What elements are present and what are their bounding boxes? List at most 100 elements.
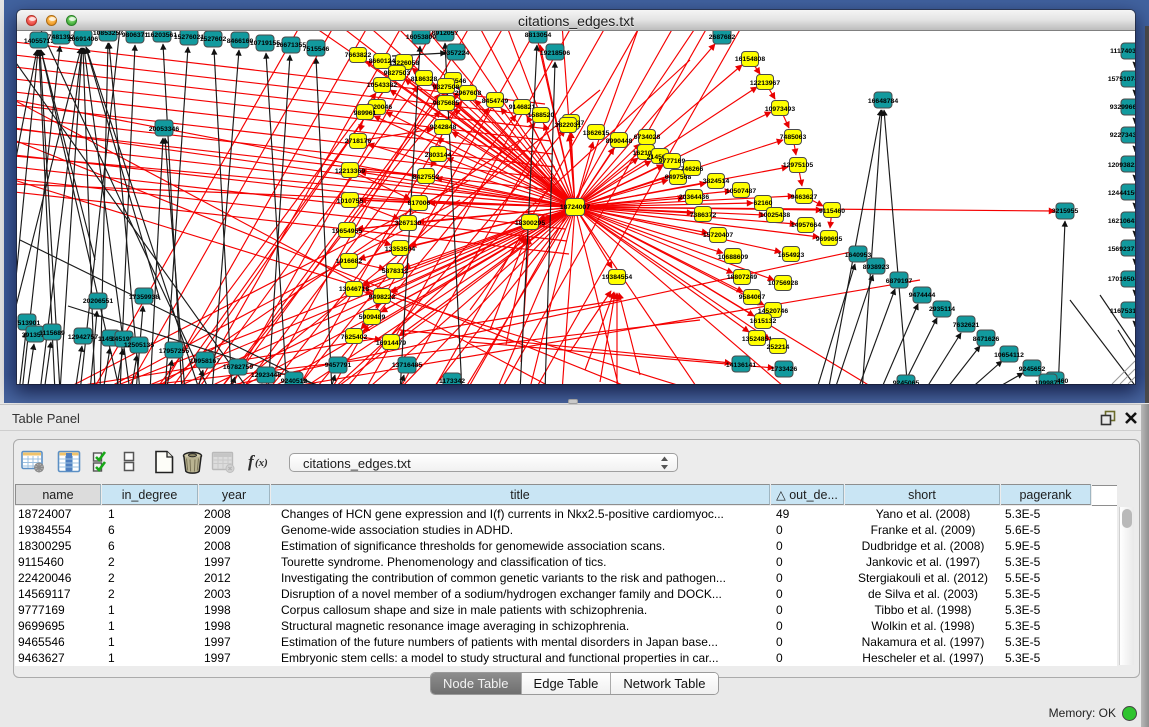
svg-text:5878312: 5878312 (382, 268, 409, 275)
svg-text:16782759: 16782759 (223, 364, 253, 371)
svg-text:12213369: 12213369 (335, 168, 365, 175)
svg-text:5909489: 5909489 (359, 314, 386, 321)
svg-text:9474444: 9474444 (909, 292, 936, 299)
svg-text:1527602: 1527602 (200, 36, 227, 43)
svg-text:10507487: 10507487 (726, 188, 756, 195)
svg-text:1640953: 1640953 (845, 252, 872, 259)
svg-text:16648784: 16648784 (868, 98, 898, 105)
svg-text:3824514: 3824514 (703, 178, 730, 185)
svg-text:10654112: 10654112 (994, 352, 1024, 359)
svg-text:3215955: 3215955 (1052, 208, 1079, 215)
svg-text:989961: 989961 (354, 110, 377, 117)
svg-text:17016504: 17016504 (1108, 276, 1135, 283)
svg-text:9245065: 9245065 (893, 380, 920, 384)
svg-text:8471626: 8471626 (973, 336, 1000, 343)
svg-text:1167531: 1167531 (1110, 308, 1135, 315)
svg-text:1916682: 1916682 (336, 258, 363, 265)
svg-text:1362615: 1362615 (583, 130, 610, 137)
svg-text:9463627: 9463627 (791, 194, 818, 201)
svg-text:12093822: 12093822 (1108, 162, 1135, 169)
svg-text:3267130: 3267130 (395, 220, 422, 227)
svg-text:15751074: 15751074 (1108, 76, 1135, 83)
svg-text:1115689: 1115689 (39, 330, 65, 337)
svg-text:8912057: 8912057 (432, 31, 459, 37)
svg-text:19218506: 19218506 (540, 50, 570, 57)
svg-text:20053346: 20053346 (149, 126, 179, 133)
svg-text:12923448: 12923448 (251, 372, 281, 379)
svg-text:9875685: 9875685 (433, 100, 460, 107)
svg-text:7357224: 7357224 (443, 50, 470, 57)
svg-text:16671355: 16671355 (276, 42, 306, 49)
svg-text:62160: 62160 (754, 200, 773, 207)
svg-text:13046718: 13046718 (339, 286, 369, 293)
svg-text:1117403: 1117403 (1110, 48, 1135, 55)
svg-text:7663822: 7663822 (345, 52, 372, 59)
svg-text:9240512: 9240512 (281, 378, 308, 384)
svg-text:12942757: 12942757 (68, 334, 98, 341)
svg-text:7515546: 7515546 (303, 46, 330, 53)
svg-text:18807249: 18807249 (727, 274, 757, 281)
svg-text:8813054: 8813054 (525, 32, 552, 39)
svg-text:8990448: 8990448 (606, 138, 633, 145)
svg-text:9699695: 9699695 (816, 236, 843, 243)
svg-text:9227343: 9227343 (1110, 132, 1135, 139)
svg-text:7625402: 7625402 (341, 334, 368, 341)
svg-text:9457791: 9457791 (325, 362, 352, 369)
svg-text:7632621: 7632621 (953, 322, 980, 329)
svg-text:8454749: 8454749 (482, 98, 509, 105)
svg-text:15720407: 15720407 (703, 232, 733, 239)
svg-text:10025438: 10025438 (760, 212, 790, 219)
svg-text:252214: 252214 (767, 344, 790, 351)
svg-text:13353594: 13353594 (385, 246, 415, 253)
svg-text:2687682: 2687682 (709, 34, 736, 41)
svg-text:10543382: 10543382 (367, 82, 397, 89)
svg-text:20691406: 20691406 (68, 36, 98, 43)
svg-text:(x): (x) (255, 457, 268, 469)
svg-text:10756928: 10756928 (768, 280, 798, 287)
svg-text:3822031: 3822031 (555, 122, 582, 129)
svg-text:14957664: 14957664 (791, 222, 821, 229)
svg-text:9242848: 9242848 (430, 124, 457, 131)
svg-text:8186328: 8186328 (411, 76, 438, 83)
svg-text:9584067: 9584067 (739, 294, 766, 301)
svg-text:817006: 817006 (408, 200, 431, 207)
svg-text:2935114: 2935114 (929, 306, 955, 313)
svg-text:2967608: 2967608 (455, 90, 482, 97)
svg-text:8427552: 8427552 (413, 174, 440, 181)
svg-text:10688609: 10688609 (718, 254, 748, 261)
svg-text:9146821: 9146821 (509, 104, 536, 111)
svg-text:12505135: 12505135 (124, 342, 154, 349)
svg-text:12975105: 12975105 (783, 162, 813, 169)
svg-text:14136141: 14136141 (726, 362, 756, 369)
svg-text:10973493: 10973493 (765, 106, 795, 113)
svg-text:16154808: 16154808 (735, 56, 765, 63)
svg-text:9329966: 9329966 (1110, 104, 1135, 111)
svg-text:2718176: 2718176 (345, 138, 372, 145)
svg-text:18300295: 18300295 (515, 220, 545, 227)
svg-text:6879197: 6879197 (886, 278, 913, 285)
svg-text:16210643: 16210643 (1108, 218, 1135, 225)
svg-text:12444156: 12444156 (1108, 190, 1135, 197)
svg-text:1588520: 1588520 (528, 112, 555, 119)
svg-text:7485063: 7485063 (780, 134, 807, 141)
svg-text:13524851: 13524851 (742, 336, 772, 343)
svg-text:10958167: 10958167 (190, 358, 220, 365)
svg-text:13716485: 13716485 (392, 362, 422, 369)
svg-text:1010755: 1010755 (337, 198, 364, 205)
svg-text:15692371: 15692371 (1108, 246, 1135, 253)
svg-text:12213967: 12213967 (750, 80, 780, 87)
svg-text:2803144: 2803144 (425, 152, 452, 159)
svg-text:17957255: 17957255 (159, 348, 189, 355)
svg-text:7386372: 7386372 (690, 212, 717, 219)
svg-text:18724007: 18724007 (560, 204, 590, 211)
svg-text:19384554: 19384554 (602, 274, 632, 281)
svg-text:9827503: 9827503 (384, 70, 411, 77)
svg-text:1654923: 1654923 (778, 252, 805, 259)
svg-text:9245652: 9245652 (1019, 366, 1046, 373)
svg-text:10853257: 10853257 (93, 31, 123, 37)
svg-text:746266: 746266 (681, 166, 704, 173)
svg-text:1615132: 1615132 (750, 318, 777, 325)
svg-text:8938923: 8938923 (863, 264, 890, 271)
svg-text:17359938: 17359938 (129, 294, 159, 301)
svg-text:1733426: 1733426 (771, 366, 798, 373)
